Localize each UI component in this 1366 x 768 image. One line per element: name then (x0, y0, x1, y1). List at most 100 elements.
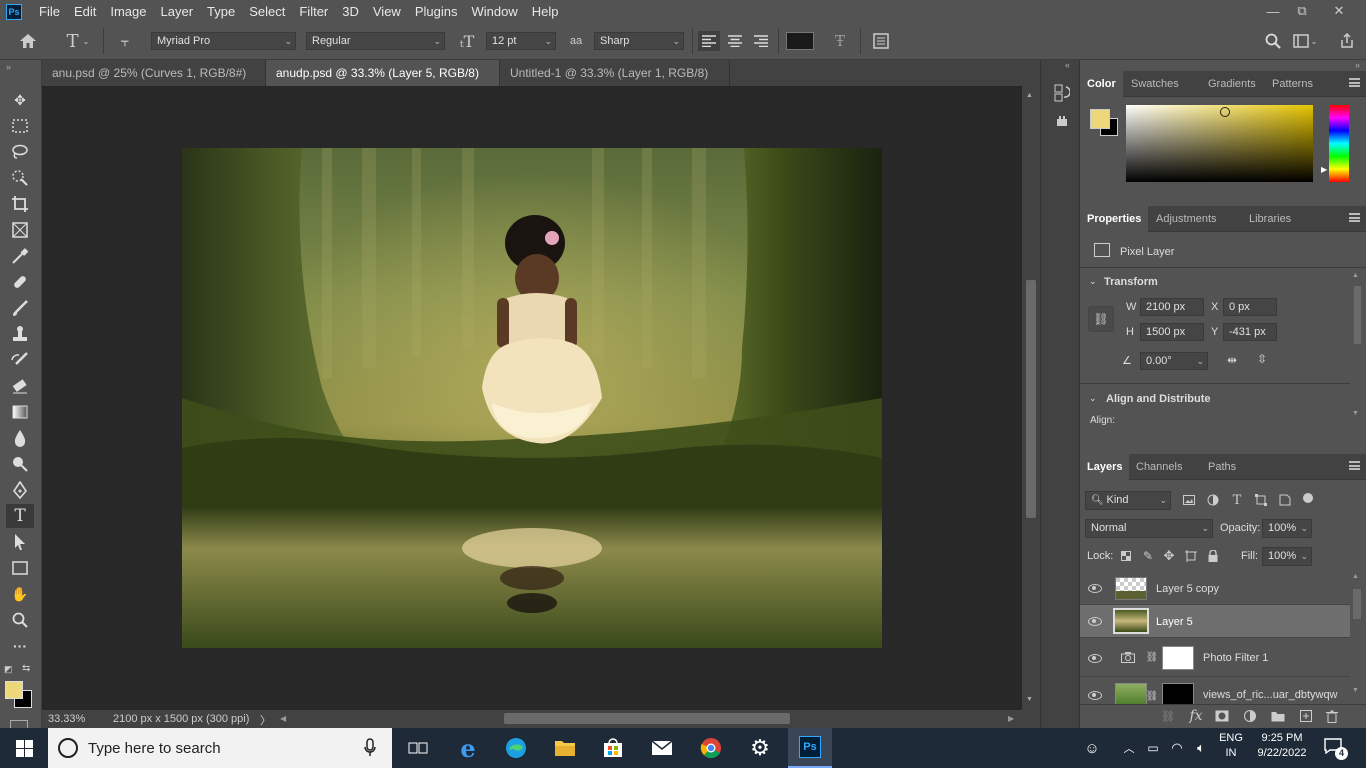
tab-channels[interactable]: Channels (1129, 454, 1189, 480)
mail-icon[interactable] (640, 728, 684, 768)
battery-icon[interactable]: ▭ (1142, 728, 1164, 768)
lock-all-icon[interactable] (1206, 548, 1220, 564)
x-field[interactable]: 0 px (1223, 298, 1277, 316)
close-window-button[interactable]: ✕ (1324, 0, 1354, 22)
antialias-select[interactable]: Sharp ⌄ (594, 32, 684, 50)
properties-panel-icon[interactable] (1051, 110, 1073, 132)
filter-smart-object-icon[interactable] (1278, 492, 1292, 508)
file-explorer-icon[interactable] (543, 728, 587, 768)
lock-image-icon[interactable]: ✎ (1141, 548, 1155, 564)
layer-row-layer-5[interactable]: Layer 5 (1080, 605, 1350, 638)
type-tool-preset-icon[interactable]: T ⌄ (60, 30, 96, 52)
font-family-select[interactable]: Myriad Pro ⌄ (151, 32, 296, 50)
hue-slider-handle[interactable]: ▶ (1321, 165, 1327, 174)
minimize-button[interactable]: — (1258, 0, 1288, 22)
share-icon[interactable] (1336, 31, 1358, 51)
opacity-field[interactable]: 100% ⌄ (1262, 519, 1312, 538)
toggle-orientation-icon[interactable]: ⫟ (114, 31, 136, 51)
zoom-level[interactable]: 33.33% (48, 713, 85, 725)
type-tool-icon[interactable]: T (6, 504, 34, 528)
horizontal-scroll-thumb[interactable] (504, 713, 790, 724)
tab-anu[interactable]: anu.psd @ 25% (Curves 1, RGB/8#) *✕ (42, 60, 266, 106)
menu-3d[interactable]: 3D (335, 0, 366, 23)
text-color-swatch[interactable] (786, 32, 814, 50)
task-view-icon[interactable] (396, 728, 440, 768)
menu-type[interactable]: Type (200, 0, 242, 23)
brush-tool-icon[interactable] (6, 296, 34, 320)
menu-plugins[interactable]: Plugins (408, 0, 465, 23)
properties-scroll-thumb[interactable] (1354, 286, 1361, 344)
align-center-icon[interactable] (724, 31, 746, 51)
properties-panel-menu-icon[interactable] (1349, 213, 1360, 222)
font-size-select[interactable]: 12 pt ⌄ (486, 32, 556, 50)
eraser-tool-icon[interactable] (6, 374, 34, 398)
show-hidden-icons-chevron-icon[interactable]: ︿ (1118, 728, 1140, 768)
chrome-icon[interactable] (689, 728, 733, 768)
layers-scroll-thumb[interactable] (1353, 589, 1361, 619)
align-left-icon[interactable] (698, 31, 720, 51)
tab-patterns[interactable]: Patterns (1265, 71, 1320, 97)
clone-stamp-tool-icon[interactable] (6, 322, 34, 346)
color-panel-foreground-swatch[interactable] (1090, 109, 1110, 129)
menu-filter[interactable]: Filter (292, 0, 335, 23)
frame-tool-icon[interactable] (6, 218, 34, 242)
lasso-tool-icon[interactable] (6, 140, 34, 164)
width-field[interactable]: 2100 px (1140, 298, 1204, 316)
layer-name[interactable]: Layer 5 copy (1156, 583, 1219, 595)
blur-tool-icon[interactable] (6, 426, 34, 450)
quick-selection-tool-icon[interactable] (6, 166, 34, 190)
filter-shape-icon[interactable] (1254, 492, 1268, 508)
layer-row-views-of-ric[interactable]: ⛓ views_of_ric...uar_dbtywqw (1080, 677, 1350, 706)
tab-paths[interactable]: Paths (1201, 454, 1243, 480)
visibility-eye-icon[interactable] (1088, 691, 1102, 700)
angle-field[interactable]: 0.00° ⌄ (1140, 352, 1208, 370)
flip-vertical-icon[interactable]: ⇳ (1257, 352, 1267, 366)
photoshop-taskbar-icon[interactable]: Ps (788, 728, 832, 768)
rectangle-tool-icon[interactable] (6, 556, 34, 580)
mask-link-icon[interactable]: ⛓ (1146, 689, 1159, 703)
tab-adjustments[interactable]: Adjustments (1149, 206, 1224, 232)
add-mask-icon[interactable] (1214, 708, 1230, 724)
delete-layer-icon[interactable] (1324, 708, 1340, 724)
tab-untitled-1[interactable]: Untitled-1 @ 33.3% (Layer 1, RGB/8) *✕ (500, 60, 730, 106)
windows-start-icon[interactable] (0, 728, 48, 768)
new-group-icon[interactable] (1270, 708, 1286, 724)
filter-adjustment-icon[interactable] (1206, 492, 1220, 508)
visibility-eye-icon[interactable] (1088, 617, 1102, 626)
link-dimensions-icon[interactable]: ⛓ (1088, 306, 1114, 332)
menu-layer[interactable]: Layer (154, 0, 201, 23)
visibility-eye-icon[interactable] (1088, 584, 1102, 593)
menu-help[interactable]: Help (525, 0, 566, 23)
expand-panels-icon[interactable]: « (1065, 60, 1070, 70)
link-layers-icon[interactable]: ⛓ (1160, 708, 1176, 724)
layers-scrollbar[interactable]: ▲ ▼ (1352, 573, 1362, 699)
menu-select[interactable]: Select (242, 0, 292, 23)
align-right-icon[interactable] (750, 31, 772, 51)
dodge-tool-icon[interactable] (6, 452, 34, 476)
search-icon[interactable] (1262, 31, 1284, 51)
eyedropper-tool-icon[interactable] (6, 244, 34, 268)
taskbar-search-box[interactable]: Type here to search (48, 728, 392, 768)
collapse-panels-icon[interactable]: » (1355, 60, 1360, 70)
hue-slider[interactable] (1329, 105, 1349, 182)
zoom-tool-icon[interactable] (6, 608, 34, 632)
clock[interactable]: 9:25 PM 9/22/2022 (1252, 732, 1312, 766)
language-indicator[interactable]: ENG IN (1216, 732, 1246, 766)
tab-anudp[interactable]: anudp.psd @ 33.3% (Layer 5, RGB/8) *✕ (266, 60, 500, 106)
color-field[interactable] (1126, 105, 1313, 182)
more-tools-icon[interactable]: ··· (6, 634, 34, 658)
filter-toggle-icon[interactable] (1303, 493, 1313, 503)
color-picker-handle[interactable] (1220, 107, 1230, 117)
new-adjustment-layer-icon[interactable] (1242, 708, 1258, 724)
tab-libraries[interactable]: Libraries (1242, 206, 1298, 232)
wifi-icon[interactable]: ◠ (1166, 728, 1188, 768)
marquee-tool-icon[interactable] (6, 114, 34, 138)
canvas-area[interactable] (42, 86, 1022, 710)
layer-name[interactable]: Layer 5 (1156, 616, 1193, 628)
lock-artboard-icon[interactable] (1184, 548, 1198, 564)
font-style-select[interactable]: Regular ⌄ (306, 32, 445, 50)
scroll-right-icon[interactable]: ▶ (1008, 714, 1014, 723)
layer-row-photo-filter-1[interactable]: ⛓ Photo Filter 1 (1080, 638, 1350, 677)
mask-link-icon[interactable]: ⛓ (1146, 650, 1159, 664)
foreground-color-swatch[interactable] (5, 681, 23, 699)
